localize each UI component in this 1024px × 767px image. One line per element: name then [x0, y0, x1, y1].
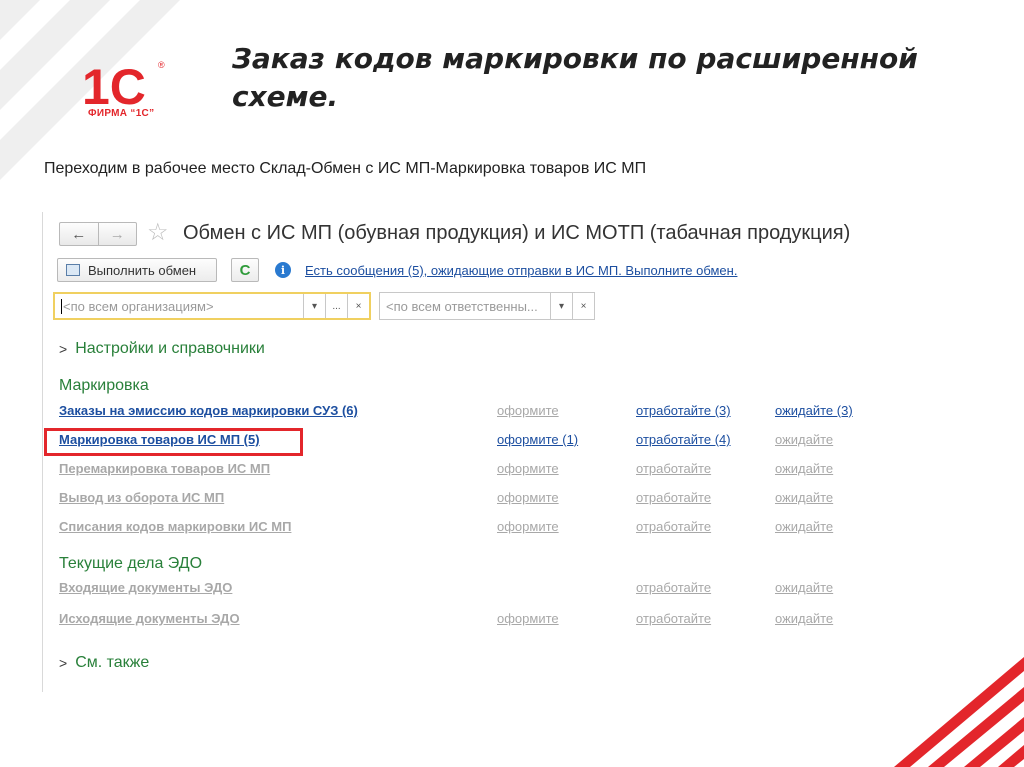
row-link[interactable]: Входящие документы ЭДО	[59, 580, 232, 595]
organization-filter[interactable]: <по всем организациям> ▾ ... ×	[53, 292, 371, 320]
favorite-star-icon[interactable]: ☆	[147, 220, 169, 246]
row-link[interactable]: Перемаркировка товаров ИС МП	[59, 461, 270, 476]
wait-link[interactable]: ожидайте	[775, 611, 833, 626]
wait-link[interactable]: ожидайте (3)	[775, 403, 853, 418]
prepare-link[interactable]: оформите	[497, 519, 559, 534]
exchange-icon	[66, 264, 80, 276]
process-link[interactable]: отработайте	[636, 580, 711, 595]
row-link[interactable]: Заказы на эмиссию кодов маркировки СУЗ (…	[59, 403, 358, 418]
process-link[interactable]: отработайте	[636, 461, 711, 476]
info-icon: i	[275, 262, 291, 278]
svg-text:®: ®	[158, 60, 165, 70]
process-link[interactable]: отработайте	[636, 611, 711, 626]
clear-icon[interactable]: ×	[572, 293, 594, 319]
wait-link[interactable]: ожидайте	[775, 490, 833, 505]
pending-messages-link[interactable]: Есть сообщения (5), ожидающие отправки в…	[305, 263, 737, 278]
process-link[interactable]: отработайте (4)	[636, 432, 731, 447]
slide-subtitle: Переходим в рабочее место Склад-Обмен с …	[44, 160, 647, 177]
wait-link[interactable]: ожидайте	[775, 519, 833, 534]
chevron-down-icon[interactable]: ▾	[303, 294, 325, 318]
window-title: Обмен с ИС МП (обувная продукция) и ИС М…	[183, 222, 851, 244]
table-row: Перемаркировка товаров ИС МП оформите от…	[59, 461, 879, 481]
prepare-link[interactable]: оформите (1)	[497, 432, 578, 447]
wait-link[interactable]: ожидайте	[775, 432, 833, 447]
settings-section-label: Настройки и справочники	[75, 340, 265, 357]
wait-link[interactable]: ожидайте	[775, 580, 833, 595]
table-row: Исходящие документы ЭДО оформите отработ…	[59, 611, 879, 631]
logo-caption: ФИРМА “1С”	[88, 108, 155, 119]
prepare-link[interactable]: оформите	[497, 403, 559, 418]
marking-section-header: Маркировка	[59, 377, 149, 394]
refresh-icon[interactable]: C	[231, 258, 259, 282]
prepare-link[interactable]: оформите	[497, 461, 559, 476]
table-row: Вывод из оборота ИС МП оформите отработа…	[59, 490, 879, 510]
wait-link[interactable]: ожидайте	[775, 461, 833, 476]
process-link[interactable]: отработайте	[636, 519, 711, 534]
table-row: Заказы на эмиссию кодов маркировки СУЗ (…	[59, 403, 879, 423]
forward-arrow-icon[interactable]: →	[97, 223, 137, 245]
see-also-section-toggle[interactable]: > См. также	[59, 654, 149, 672]
highlight-frame	[44, 428, 303, 456]
table-row: Входящие документы ЭДО отработайте ожида…	[59, 580, 879, 600]
execute-exchange-label: Выполнить обмен	[88, 262, 197, 278]
chevron-right-icon: >	[59, 655, 68, 671]
back-arrow-icon[interactable]: ←	[60, 223, 98, 245]
more-icon[interactable]: ...	[325, 294, 347, 318]
row-link[interactable]: Вывод из оборота ИС МП	[59, 490, 224, 505]
execute-exchange-button[interactable]: Выполнить обмен	[57, 258, 217, 282]
svg-text:1С: 1С	[82, 59, 146, 115]
process-link[interactable]: отработайте (3)	[636, 403, 731, 418]
row-link[interactable]: Списания кодов маркировки ИС МП	[59, 519, 291, 534]
navigation-buttons: ← →	[59, 222, 137, 246]
settings-section-toggle[interactable]: > Настройки и справочники	[59, 340, 265, 358]
organization-filter-input[interactable]: <по всем организациям>	[55, 294, 303, 318]
decorative-stripes-bottom-right	[894, 657, 1024, 767]
chevron-down-icon[interactable]: ▾	[550, 293, 572, 319]
see-also-section-label: См. также	[75, 654, 150, 671]
responsible-filter-input[interactable]: <по всем ответственны...	[380, 293, 550, 319]
table-row: Списания кодов маркировки ИС МП оформите…	[59, 519, 879, 539]
prepare-link[interactable]: оформите	[497, 611, 559, 626]
chevron-right-icon: >	[59, 341, 68, 357]
process-link[interactable]: отработайте	[636, 490, 711, 505]
clear-icon[interactable]: ×	[347, 294, 369, 318]
responsible-filter[interactable]: <по всем ответственны... ▾ ×	[379, 292, 595, 320]
prepare-link[interactable]: оформите	[497, 490, 559, 505]
row-link[interactable]: Исходящие документы ЭДО	[59, 611, 240, 626]
edo-section-header: Текущие дела ЭДО	[59, 555, 203, 572]
slide-title: Заказ кодов маркировки по расширенной сх…	[232, 42, 918, 113]
